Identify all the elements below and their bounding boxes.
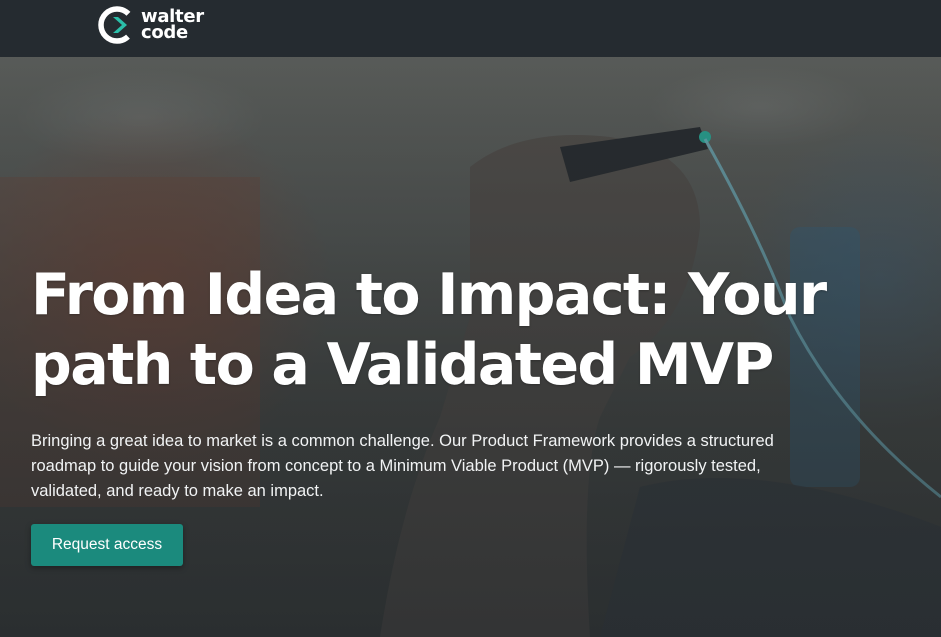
hero-description: Bringing a great idea to market is a com… bbox=[31, 432, 774, 500]
request-access-button[interactable]: Request access bbox=[31, 524, 183, 566]
walter-code-logo[interactable]: walter code bbox=[98, 6, 204, 44]
logo-wordmark: walter code bbox=[141, 8, 204, 43]
walter-code-logo-icon bbox=[98, 6, 136, 44]
logo-wordmark-line2: code bbox=[141, 22, 188, 43]
hero-headline: From Idea to Impact: Your path to a Vali… bbox=[31, 262, 827, 398]
top-navigation-bar: walter code bbox=[0, 0, 941, 57]
